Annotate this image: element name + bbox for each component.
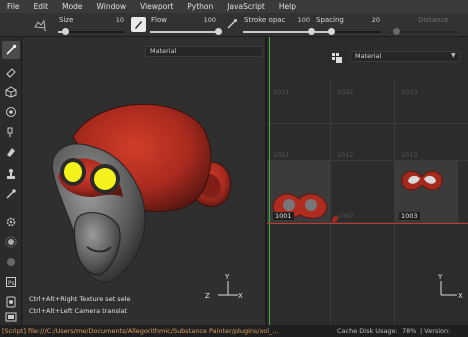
menu-edit[interactable]: Edit <box>27 0 56 13</box>
shortcut-hint-camera: Ctrl+Alt+Left Camera translat <box>29 307 128 315</box>
distance-slider-handle <box>392 28 400 35</box>
plugin-icon[interactable] <box>2 293 20 311</box>
uv-tile-label: 1023 <box>401 88 418 96</box>
spacing-value: 20 <box>371 16 380 24</box>
uv-island-ears <box>401 170 443 191</box>
uv-u-axis <box>267 223 468 224</box>
brush-preset-icon[interactable] <box>33 18 47 32</box>
distance-slider <box>389 31 459 33</box>
clone-stamp-icon[interactable] <box>2 165 20 183</box>
axis-y-label-3d: Y <box>225 273 230 281</box>
viewport-3d[interactable]: Material Ctrl+Alt+Right Texture set sele… <box>23 37 265 325</box>
uv-tile-label: 1013 <box>401 151 418 159</box>
display-settings-icon[interactable] <box>332 53 342 63</box>
status-bar: [Script] file:///C:/Users/me/Documents/A… <box>0 325 468 337</box>
spacing-label: Spacing <box>316 16 344 24</box>
python-plugin-icon[interactable]: Ps <box>2 273 20 291</box>
uv-tile-label: 1011 <box>273 151 290 159</box>
script-log-message[interactable]: [Script] file:///C:/Users/me/Documents/A… <box>2 325 279 337</box>
menu-python[interactable]: Python <box>180 0 220 13</box>
distance-label: Distance <box>418 16 449 24</box>
uv-tile-label: 1021 <box>273 88 290 96</box>
lights-icon[interactable] <box>2 253 20 271</box>
projection-icon[interactable] <box>2 83 20 101</box>
flow-slider-fill <box>150 31 218 33</box>
menu-mode[interactable]: Mode <box>55 0 89 13</box>
geometry-mask-icon[interactable] <box>2 103 20 121</box>
menu-help[interactable]: Help <box>272 0 303 13</box>
cache-disk-value: 78% <box>402 327 417 335</box>
axis-x-label-3d: X <box>238 292 243 300</box>
uv-tile-label-1001: 1001 <box>273 212 294 220</box>
pencil-icon[interactable] <box>131 17 146 32</box>
axis-z-label-3d: Z <box>205 292 210 300</box>
eraser-icon[interactable] <box>2 63 20 81</box>
flow-slider-handle[interactable] <box>214 28 222 35</box>
viewport-2d[interactable]: Material ▼ 1021 1022 1023 1011 1012 1013… <box>267 37 468 325</box>
axis-x-label-2d: X <box>458 292 463 300</box>
axis-y-label-2d: Y <box>438 273 443 281</box>
uv-tile-label: 1022 <box>337 88 354 96</box>
paint-brush-icon[interactable] <box>2 41 20 59</box>
channel-dropdown-3d[interactable]: Material <box>145 46 263 57</box>
flow-value: 100 <box>203 16 216 24</box>
uv-tile-label-1003: 1003 <box>399 212 420 220</box>
shortcut-hint-texture-set: Ctrl+Alt+Right Texture set sele <box>29 295 131 303</box>
flow-label: Flow <box>151 16 167 24</box>
channel-dropdown-2d[interactable]: Material <box>350 51 460 62</box>
spacing-slider-handle[interactable] <box>328 28 335 35</box>
fill-icon[interactable] <box>2 143 20 161</box>
stroke-opacity-slider-handle[interactable] <box>307 28 315 35</box>
size-value: 10 <box>115 16 124 24</box>
stroke-opacity-slider-fill <box>243 31 311 33</box>
menu-file[interactable]: File <box>0 0 27 13</box>
stroke-opacity-value: 100 <box>297 16 310 24</box>
settings-icon[interactable] <box>2 213 20 231</box>
cache-disk-label: Cache Disk Usage: <box>337 327 398 335</box>
menu-window[interactable]: Window <box>90 0 134 13</box>
smudge-icon[interactable] <box>2 123 20 141</box>
uv-grid-line <box>267 123 468 124</box>
left-toolbar: Ps <box>0 37 22 325</box>
uv-tile-label: 1012 <box>337 151 354 159</box>
menu-viewport[interactable]: Viewport <box>133 0 180 13</box>
size-label: Size <box>59 16 74 24</box>
uv-v-axis <box>269 37 270 325</box>
chevron-down-icon: ▼ <box>451 52 456 59</box>
stroke-opacity-label: Stroke opac <box>244 16 286 24</box>
console-icon[interactable] <box>2 311 20 323</box>
version-label: | Version: 6.2.0 <box>420 327 451 335</box>
menu-bar: File Edit Mode Window Viewport Python Ja… <box>0 0 468 13</box>
eyedropper-icon[interactable] <box>2 185 20 203</box>
svg-text:Ps: Ps <box>8 280 15 287</box>
uv-tile-label: 1002 <box>337 212 354 220</box>
brush-icon[interactable] <box>226 18 238 30</box>
menu-javascript[interactable]: JavaScript <box>220 0 272 13</box>
sun-icon[interactable] <box>2 233 20 251</box>
